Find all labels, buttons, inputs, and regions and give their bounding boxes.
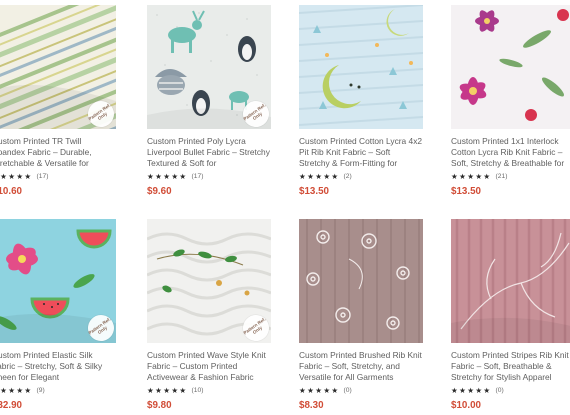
product-image[interactable]: Pattern Ref. Only: [147, 5, 271, 129]
rating-stars-icon: ★★★★★: [299, 386, 340, 395]
product-title[interactable]: Custom Printed Poly Lycra Liverpool Bull…: [147, 136, 271, 169]
rating-stars-icon: ★★★★★: [147, 386, 188, 395]
fabric-pattern-flowers: [451, 5, 570, 129]
review-count: (2): [343, 173, 352, 180]
product-image[interactable]: [299, 5, 423, 129]
product-rating: ★★★★★ (21): [451, 172, 507, 182]
rating-stars-icon: ★★★★★: [299, 172, 340, 181]
product-rating: ★★★★★ (0): [451, 386, 504, 396]
product-rating: ★★★★★ (2): [299, 172, 352, 182]
product-price: $10.00: [451, 400, 481, 411]
product-rating: ★★★★★ (0): [299, 386, 352, 396]
product-rating: ★★★★★ (17): [0, 172, 48, 182]
rating-stars-icon: ★★★★★: [0, 172, 33, 181]
product-price: $9.80: [147, 400, 172, 411]
product-image[interactable]: [451, 5, 570, 129]
product-image[interactable]: [299, 219, 423, 343]
product-rating: ★★★★★ (9): [0, 386, 45, 396]
review-count: (9): [36, 387, 45, 394]
product-rating: ★★★★★ (10): [147, 386, 203, 396]
product-price: $13.50: [299, 186, 329, 197]
product-title[interactable]: Custom Printed Wave Style Knit Fabric – …: [147, 350, 271, 383]
product-image[interactable]: Pattern Ref. Only: [0, 219, 116, 343]
product-image[interactable]: Pattern Ref. Only: [147, 219, 271, 343]
product-price: $32.90: [0, 400, 22, 411]
product-price: $9.60: [147, 186, 172, 197]
rating-stars-icon: ★★★★★: [0, 386, 33, 395]
review-count: (21): [495, 173, 508, 180]
rating-stars-icon: ★★★★★: [451, 386, 492, 395]
product-title[interactable]: Custom Printed Brushed Rib Knit Fabric –…: [299, 350, 423, 383]
product-title[interactable]: Custom Printed Elastic Silk Fabric – Str…: [0, 350, 116, 383]
fabric-pattern-daisy: [299, 219, 423, 343]
fabric-pattern-moons: [299, 5, 423, 129]
product-title[interactable]: Custom Printed TR Twill Spandex Fabric –…: [0, 136, 116, 169]
product-image[interactable]: [451, 219, 570, 343]
review-count: (10): [191, 387, 204, 394]
rating-stars-icon: ★★★★★: [147, 172, 188, 181]
product-title[interactable]: Custom Printed Stripes Rib Knit Fabric –…: [451, 350, 570, 383]
product-price: $8.30: [299, 400, 324, 411]
rating-stars-icon: ★★★★★: [451, 172, 492, 181]
product-price: $10.60: [0, 186, 22, 197]
product-title[interactable]: Custom Printed Cotton Lycra 4x2 Pit Rib …: [299, 136, 423, 169]
review-count: (0): [495, 387, 504, 394]
review-count: (17): [191, 173, 204, 180]
review-count: (17): [36, 173, 49, 180]
fabric-pattern-ribs: [451, 219, 570, 343]
product-image[interactable]: Pattern Ref. Only: [0, 5, 116, 129]
review-count: (0): [343, 387, 352, 394]
product-rating: ★★★★★ (17): [147, 172, 203, 182]
product-price: $13.50: [451, 186, 481, 197]
product-title[interactable]: Custom Printed 1x1 Interlock Cotton Lycr…: [451, 136, 570, 169]
